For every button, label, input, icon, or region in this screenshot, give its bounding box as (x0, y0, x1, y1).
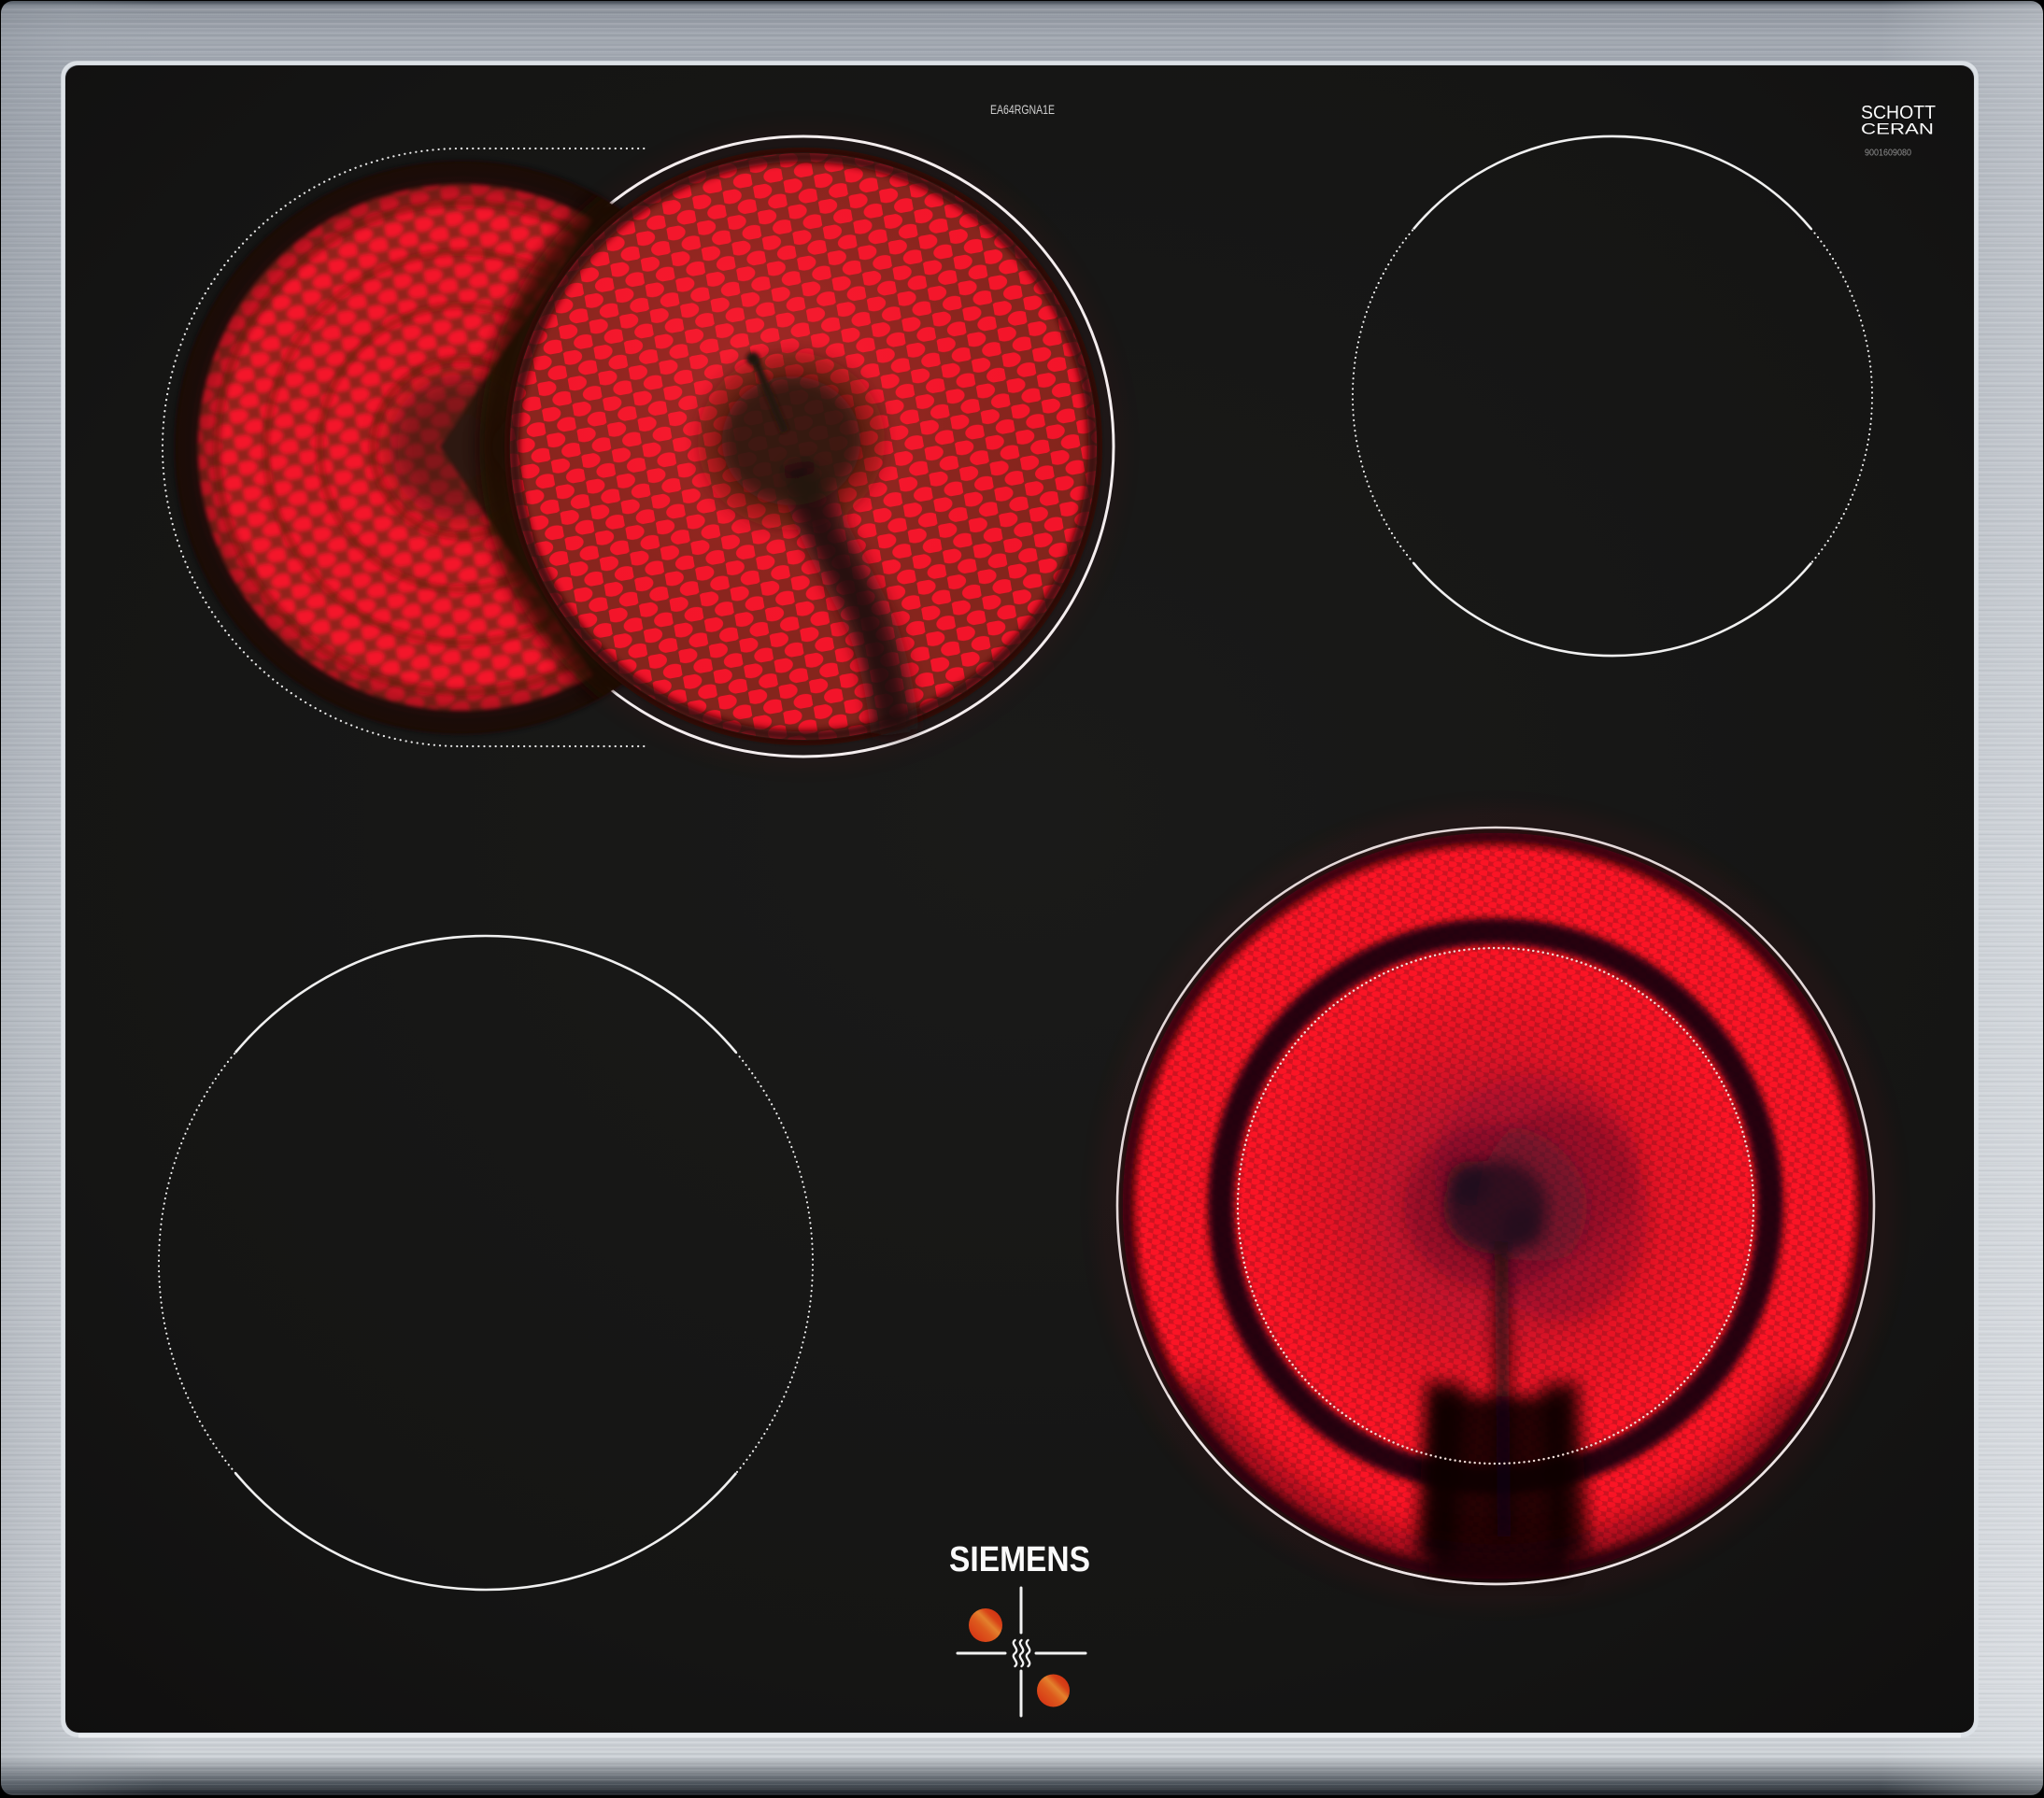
svg-text:SIEMENS: SIEMENS (949, 1540, 1090, 1579)
svg-text:EA64RGNA1E: EA64RGNA1E (990, 102, 1055, 117)
svg-text:CERAN: CERAN (1861, 121, 1934, 138)
svg-text:9001609080: 9001609080 (1865, 148, 1911, 159)
